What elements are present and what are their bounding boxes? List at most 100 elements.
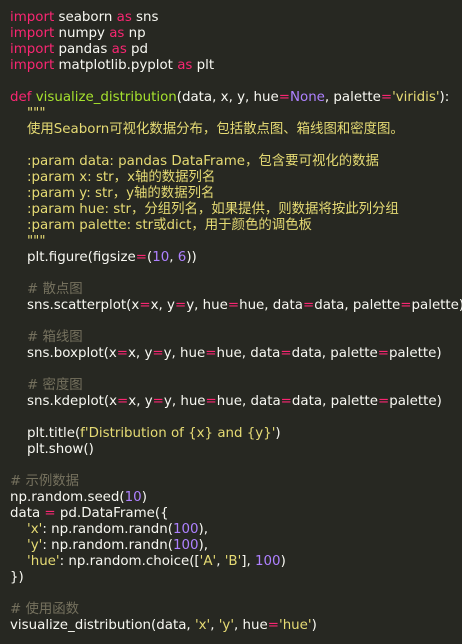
code-token: =	[280, 346, 292, 361]
code-token: 10	[124, 490, 142, 505]
code-token: """	[10, 234, 46, 249]
code-token: , palette	[324, 90, 381, 105]
code-token: ),	[198, 522, 209, 537]
code-token: ,	[210, 618, 219, 633]
code-token: y, hue	[163, 346, 206, 361]
code-token: plt	[192, 58, 215, 73]
code-token: y, hue	[186, 298, 228, 313]
code-token: =	[267, 618, 280, 633]
code-token: sns	[131, 10, 159, 25]
code-token: import	[10, 10, 55, 25]
code-token: :param palette: str或dict，用于颜色的调色板	[10, 218, 312, 233]
code-token: plt	[10, 426, 45, 441]
code-token: as	[111, 42, 127, 57]
code-line: """	[10, 234, 462, 250]
code-line: :param palette: str或dict，用于颜色的调色板	[10, 218, 462, 234]
code-line: def visualize_distribution(data, x, y, h…	[10, 90, 462, 106]
code-token: : np	[42, 522, 69, 537]
code-line: plt.figure(figsize=(10, 6))	[10, 250, 462, 266]
code-token: =	[205, 346, 217, 361]
code-line: 使用Seaborn可视化数据分布，包括散点图、箱线图和密度图。	[10, 122, 462, 138]
code-token: pandas	[54, 42, 112, 57]
code-token: =	[227, 298, 240, 313]
code-token: )	[275, 426, 281, 441]
code-token: ))	[186, 250, 197, 265]
code-token: =	[44, 506, 56, 521]
code-token: =	[380, 90, 393, 105]
code-token: random	[31, 490, 84, 505]
code-token: )	[311, 618, 317, 633]
code-token: x, y	[128, 394, 153, 409]
code-token: data, palette	[291, 394, 378, 409]
code-token: as	[177, 58, 193, 73]
code-token: seaborn	[54, 10, 117, 25]
code-token: (data, x, y, hue	[176, 90, 279, 105]
code-line: # 示例数据	[10, 474, 462, 490]
code-token: 'A'	[199, 554, 217, 569]
code-line: import seaborn as sns	[10, 10, 462, 26]
code-token: 'x'	[10, 522, 43, 537]
code-token: 使用Seaborn可视化数据分布，包括散点图、箱线图和密度图。	[10, 122, 404, 137]
code-token: ),	[198, 538, 209, 553]
code-line: 'x': np.random.randn(100),	[10, 522, 462, 538]
code-token: 'B'	[224, 554, 242, 569]
code-line: :param hue: str，分组列名，如果提供，则数据将按此列分组	[10, 202, 462, 218]
code-token: =	[377, 394, 390, 409]
code-token: hue, data	[216, 346, 281, 361]
code-token: kdeplot(x	[53, 394, 118, 409]
code-token: data	[10, 506, 45, 521]
code-token: visualize_distribution	[35, 90, 177, 105]
code-token: ):	[439, 90, 450, 105]
code-token: sns	[10, 346, 50, 361]
code-token: # 散点图	[10, 282, 83, 297]
code-token: : np	[59, 554, 86, 569]
code-token: boxplot(x	[53, 346, 117, 361]
code-token: figure(figsize	[48, 250, 136, 265]
code-token: plt	[10, 250, 45, 265]
code-token: np	[124, 26, 146, 41]
code-token: x, y	[150, 298, 175, 313]
code-token: 100	[172, 538, 199, 553]
code-editor[interactable]: import seaborn as sns import numpy as np i…	[0, 0, 462, 644]
code-line: # 箱线图	[10, 330, 462, 346]
code-token: y, hue	[163, 394, 206, 409]
code-line: # 使用函数	[10, 602, 462, 618]
code-token: matplotlib.pyplot	[54, 58, 178, 73]
code-token: DataFrame({	[81, 506, 169, 521]
code-token: pd	[126, 42, 149, 57]
code-token: :param data: pandas DataFrame，包含要可视化的数据	[10, 154, 379, 169]
code-token: hue, data	[216, 394, 281, 409]
code-token: =	[152, 346, 164, 361]
code-line: 'y': np.random.randn(100),	[10, 538, 462, 554]
code-token: # 示例数据	[10, 474, 80, 489]
code-line: # 散点图	[10, 282, 462, 298]
code-token: sns	[10, 298, 50, 313]
code-line: :param data: pandas DataFrame，包含要可视化的数据	[10, 154, 462, 170]
code-token: scatterplot(x	[53, 298, 140, 313]
code-line: data = pd.DataFrame({	[10, 506, 462, 522]
code-token: =	[174, 298, 187, 313]
code-token: =	[302, 298, 315, 313]
code-token: randn(	[128, 538, 173, 553]
code-token: , hue	[234, 618, 268, 633]
code-token: :param x: str，x轴的数据列名	[10, 170, 216, 185]
code-token: ,	[216, 554, 225, 569]
code-token: 'viridis'	[392, 90, 440, 105]
code-token: as	[116, 10, 132, 25]
code-token: =	[377, 346, 389, 361]
code-token: plt	[10, 442, 45, 457]
code-token: random	[72, 522, 125, 537]
code-token: show()	[48, 442, 94, 457]
code-token: =	[280, 394, 292, 409]
code-token: )	[280, 554, 286, 569]
code-token: =	[278, 90, 290, 105]
code-token: =	[117, 394, 129, 409]
code-token: data, palette	[314, 298, 401, 313]
